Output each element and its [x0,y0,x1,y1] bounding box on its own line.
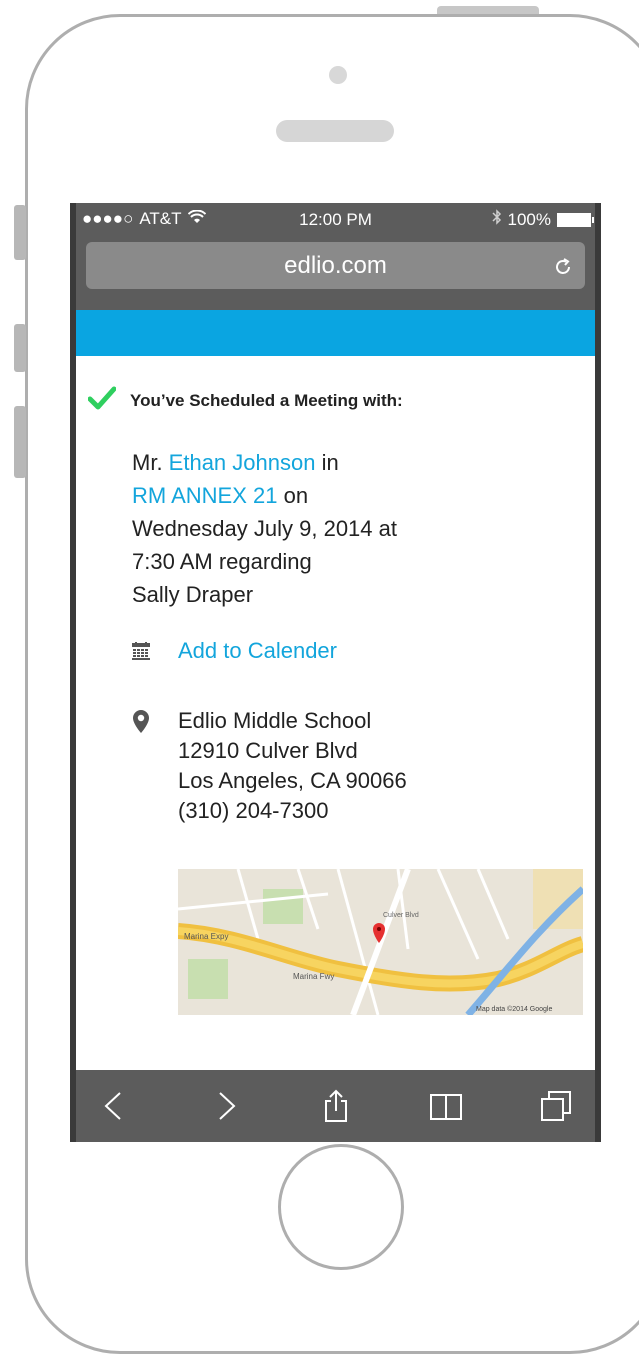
front-camera [329,66,347,84]
url-bar[interactable]: edlio.com [86,242,585,289]
volume-down-button [14,406,26,478]
city-state-zip: Los Angeles, CA 90066 [178,768,407,793]
confirmation-heading: You’ve Scheduled a Meeting with: [87,386,403,415]
bookmarks-icon[interactable] [429,1089,463,1123]
map-road-marina-expy: Marina Expy [184,932,228,941]
room-link[interactable]: RM ANNEX 21 [132,483,278,508]
school-address: Edlio Middle School 12910 Culver Blvd Lo… [132,706,407,826]
share-icon[interactable] [319,1089,353,1123]
url-text: edlio.com [284,252,387,279]
street-address: 12910 Culver Blvd [178,738,358,763]
map-road-culver: Culver Blvd [383,912,419,919]
browser-header: ●●●●○ AT&T 12:00 PM 100% edlio.com [76,203,595,310]
checkmark-icon [87,386,117,415]
location-pin-icon [132,710,150,826]
back-icon[interactable] [98,1089,132,1123]
heading-text: You’ve Scheduled a Meeting with: [130,390,403,410]
reload-icon[interactable] [553,242,573,289]
tabs-icon[interactable] [539,1089,573,1123]
phone-number[interactable]: (310) 204-7300 [178,796,407,826]
meeting-details: Mr. Ethan Johnson in RM ANNEX 21 on Wedn… [132,446,397,611]
student-line: Sally Draper [132,582,254,607]
battery-percent: 100% [507,209,551,229]
room-line: RM ANNEX 21 on [132,479,397,512]
teacher-name-link[interactable]: Ethan Johnson [169,450,316,475]
school-name: Edlio Middle School [178,708,372,733]
teacher-line: Mr. Ethan Johnson in [132,446,397,479]
browser-toolbar [76,1070,595,1142]
earpiece-speaker [276,120,394,142]
forward-icon[interactable] [208,1089,242,1123]
status-bar: ●●●●○ AT&T 12:00 PM 100% [76,203,595,235]
mute-switch [14,205,26,260]
address-text: Edlio Middle School 12910 Culver Blvd Lo… [178,706,407,826]
time-line: 7:30 AM regarding [132,549,312,574]
date-line: Wednesday July 9, 2014 at [132,516,397,541]
volume-up-button [14,324,26,372]
teacher-suffix: in [315,450,339,475]
status-right: 100% [491,209,594,230]
phone-screen: ●●●●○ AT&T 12:00 PM 100% edlio.com You’v… [70,203,601,1142]
teacher-prefix: Mr. [132,450,169,475]
screen-content: ●●●●○ AT&T 12:00 PM 100% edlio.com You’v… [76,203,595,1142]
site-header-band [76,310,595,356]
home-button [278,1144,404,1270]
add-to-calendar[interactable]: Add to Calender [132,638,337,664]
location-map[interactable]: Marina Expy Marina Fwy Culver Blvd Map d… [178,869,583,1015]
calendar-icon [132,642,150,660]
map-attribution: Map data ©2014 Google [476,1005,552,1013]
bluetooth-icon [491,209,502,230]
map-road-marina-fwy: Marina Fwy [293,972,334,981]
add-to-calendar-label: Add to Calender [178,638,337,663]
room-suffix: on [277,483,309,508]
battery-icon [557,212,594,227]
